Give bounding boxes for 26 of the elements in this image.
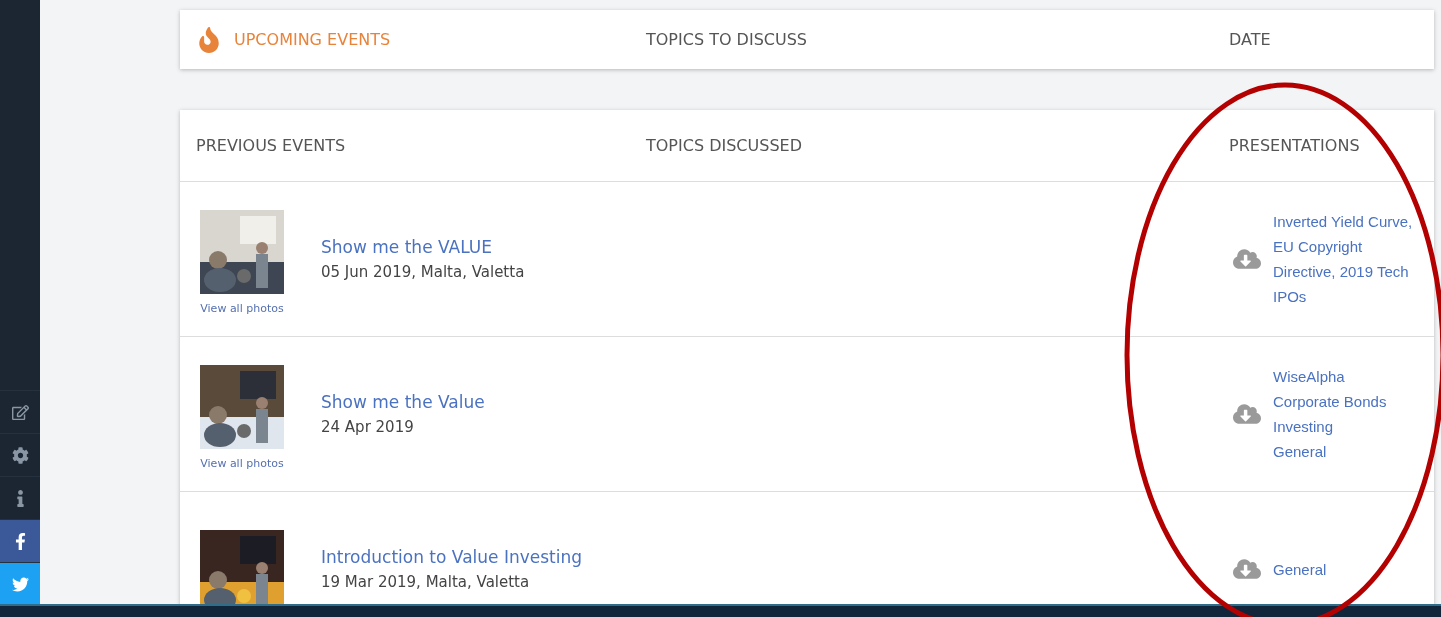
presentation-link[interactable]: Inverted Yield Curve, EU Copyright Directive, 2019 Tech IPOs <box>1273 209 1423 309</box>
presentation-link[interactable]: Corporate Bonds <box>1273 389 1423 414</box>
presentation-link[interactable]: General <box>1273 439 1423 464</box>
event-title-link[interactable]: Show me the VALUE <box>321 237 1233 257</box>
presentation-link[interactable]: Investing <box>1273 414 1423 439</box>
view-photos-link[interactable]: View all photos <box>200 456 284 470</box>
event-date: 24 Apr 2019 <box>321 418 415 436</box>
column-header: PRESENTATIONS <box>1229 136 1361 155</box>
column-header: TOPICS DISCUSSED <box>646 136 803 155</box>
event-date: 05 Jun 2019, Malta, Valetta <box>321 263 526 281</box>
view-photos-link[interactable]: View all photos <box>200 301 284 315</box>
twitter-icon <box>11 575 29 593</box>
column-header: DATE <box>1229 30 1272 49</box>
twitter-button[interactable] <box>0 562 40 605</box>
presentation-link[interactable]: General <box>1273 556 1423 582</box>
presentation-link[interactable]: WiseAlpha <box>1273 364 1423 389</box>
settings-icon <box>11 446 29 464</box>
event-title-link[interactable]: Introduction to Value Investing <box>321 547 1233 567</box>
column-header: TOPICS TO DISCUSS <box>646 30 808 49</box>
event-title-link[interactable]: Show me the Value <box>321 392 1233 412</box>
column-header: UPCOMING EVENTS <box>234 30 391 49</box>
event-date: 19 Mar 2019, Malta, Valetta <box>321 573 531 591</box>
edit-icon <box>11 403 29 421</box>
column-header: PREVIOUS EVENTS <box>196 136 347 155</box>
facebook-button[interactable] <box>0 519 40 562</box>
flame-icon <box>196 26 222 53</box>
